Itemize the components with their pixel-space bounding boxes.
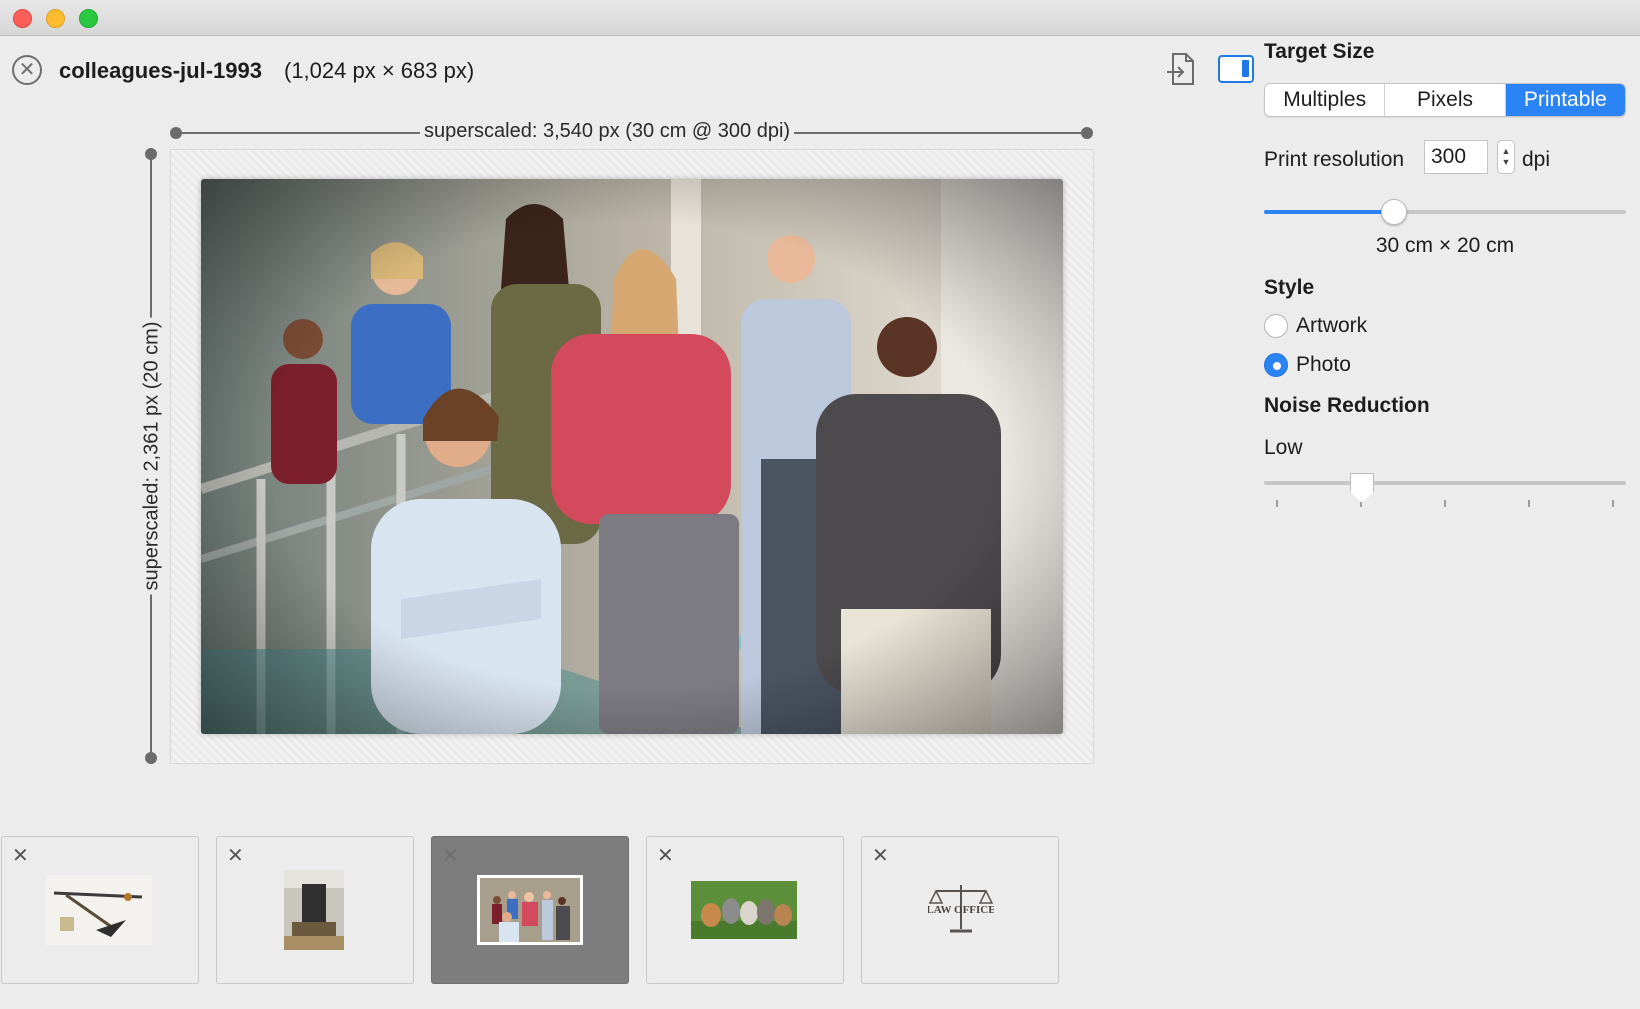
thumbnail-close-icon[interactable]: ✕ [657,843,674,868]
window-minimize-button[interactable] [46,9,65,28]
thumbnail-close-icon[interactable]: ✕ [872,843,889,868]
photo-radio[interactable] [1264,353,1288,377]
target-size-title: Target Size [1264,40,1375,63]
width-dimension-label: superscaled: 3,540 px (30 cm @ 300 dpi) [420,120,795,143]
width-dimension-start [170,127,182,139]
segment-multiples[interactable]: Multiples [1265,84,1386,116]
width-dimension-end [1081,127,1093,139]
stepper-down-icon[interactable]: ▼ [1502,157,1511,168]
colleagues-thumbnail-image [477,875,583,945]
settings-panel: Target Size Multiples Pixels Printable P… [1264,36,1640,636]
photo-radio-label: Photo [1296,353,1351,376]
thumbnail-close-icon[interactable]: ✕ [442,843,459,868]
print-resolution-input[interactable] [1424,140,1488,174]
law-office-logo-image: LAW OFFICE [928,885,994,933]
thumbnail-colleagues[interactable]: ✕ [431,836,629,984]
kittens-thumbnail-image [691,881,797,939]
noise-slider-tick [1612,500,1614,507]
svg-text:LAW OFFICE: LAW OFFICE [928,904,994,916]
document-name: colleagues-jul-1993 [59,58,262,83]
noise-slider-tick [1276,500,1278,507]
export-icon[interactable] [1166,52,1196,86]
noise-slider-track[interactable] [1264,481,1626,485]
thumbnail-workshop[interactable]: ✕ [216,836,414,984]
noise-reduction-title: Noise Reduction [1264,394,1430,417]
noise-reduction-level: Low [1264,436,1303,459]
stepper-up-icon[interactable]: ▲ [1502,146,1511,157]
main-photo [201,179,1063,734]
artwork-radio[interactable] [1264,314,1288,338]
height-dimension-label: superscaled: 2,361 px (20 cm) [140,317,164,595]
style-option-artwork[interactable]: Artwork [1264,312,1367,340]
thumbnail-close-icon[interactable]: ✕ [12,843,29,868]
thumbnail-drawing-tools[interactable]: ✕ [1,836,199,984]
style-option-photo[interactable]: Photo [1264,351,1351,379]
thumbnail-close-icon[interactable]: ✕ [227,843,244,868]
sidebar-toggle-icon[interactable] [1218,55,1254,83]
segment-pixels[interactable]: Pixels [1385,84,1506,116]
target-size-segmented-control: Multiples Pixels Printable [1264,83,1626,117]
drawing-tools-thumbnail-image [46,875,152,945]
style-title: Style [1264,276,1315,299]
resolution-slider-fill [1264,210,1394,214]
print-resolution-unit: dpi [1522,148,1551,171]
height-dimension-start [145,148,157,160]
app-window: ✕ colleagues-jul-1993 (1,024 px × 683 px… [0,0,1640,1009]
close-document-icon[interactable]: ✕ [12,55,42,85]
title-bar [0,0,1640,36]
noise-slider-tick [1528,500,1530,507]
artwork-radio-label: Artwork [1296,314,1368,337]
print-resolution-label: Print resolution [1264,148,1405,171]
height-dimension-end [145,752,157,764]
noise-slider-tick [1444,500,1446,507]
window-close-button[interactable] [13,9,32,28]
thumbnail-kittens[interactable]: ✕ [646,836,844,984]
print-size-readout: 30 cm × 20 cm [1375,234,1515,257]
noise-slider-knob[interactable] [1350,473,1374,503]
segment-printable[interactable]: Printable [1505,84,1625,116]
print-resolution-stepper[interactable]: ▲ ▼ [1497,140,1515,174]
workshop-thumbnail-image [284,870,344,950]
resolution-slider-knob[interactable] [1381,199,1407,225]
thumbnail-law-office[interactable]: ✕ LAW OFFICE [861,836,1059,984]
document-dimensions: (1,024 px × 683 px) [284,58,475,83]
window-zoom-button[interactable] [79,9,98,28]
